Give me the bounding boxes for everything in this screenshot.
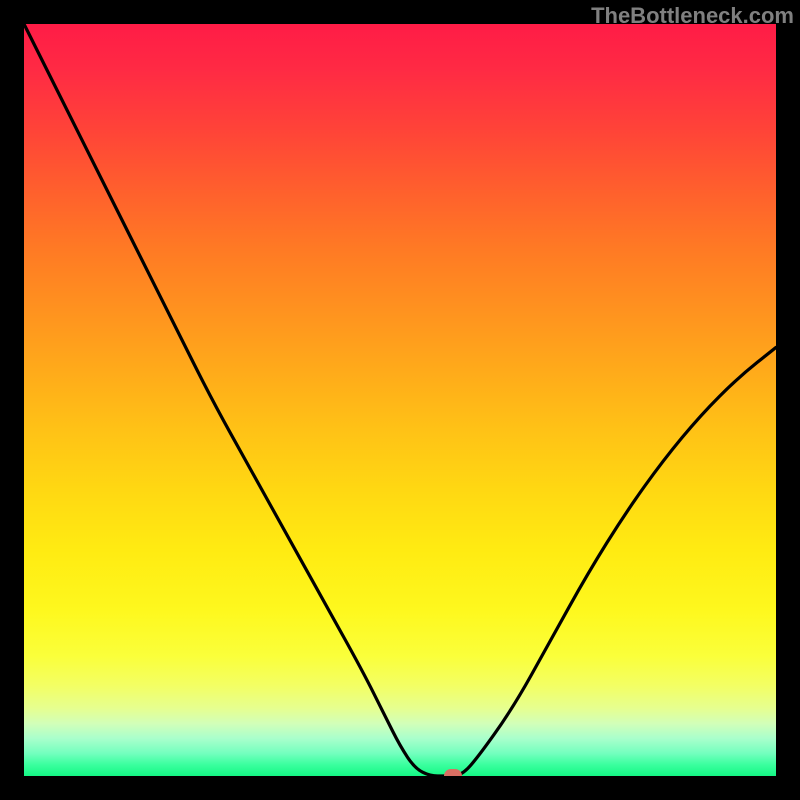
watermark-text: TheBottleneck.com	[591, 3, 794, 29]
min-marker	[444, 769, 462, 776]
plot-area	[24, 24, 776, 776]
curve-line	[24, 24, 776, 776]
